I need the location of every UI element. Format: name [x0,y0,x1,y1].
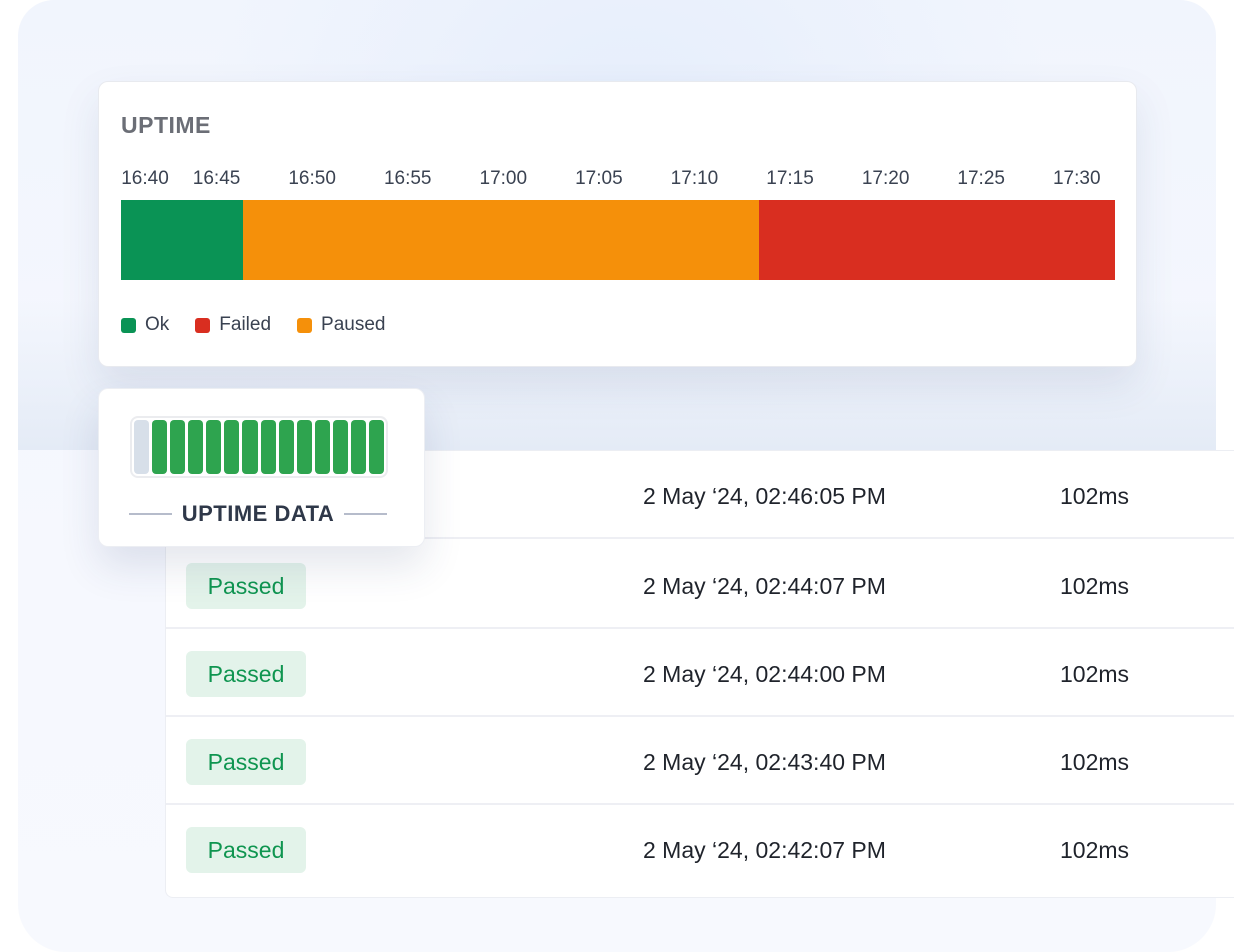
failed-swatch-icon [195,317,211,333]
uptime-bar-ok [206,420,222,474]
duration: 102ms [1060,483,1130,509]
uptime-timeline [121,200,1115,280]
time-tick-label: 17:10 [670,168,719,189]
uptime-title: UPTIME [121,112,211,138]
duration: 102ms [1060,837,1130,863]
paused-swatch-icon [297,317,313,333]
legend-label: Failed [219,314,272,335]
uptime-card: UPTIME 16:40 16:45 16:50 16:55 17:00 17:05 17:… [98,81,1137,367]
uptime-bar-ok [224,420,240,474]
chart-legend: Ok Failed Paused [121,314,385,336]
timestamp: 2 May ‘24, 02:44:07 PM [643,573,886,599]
uptime-bar-ok [314,420,330,474]
status-badge: Passed [186,827,306,873]
table-row[interactable]: Passed 2 May ‘24, 02:42:07 PM 102ms [166,805,1234,893]
uptime-data-caption: UPTIME DATA [129,501,387,527]
timestamp: 2 May ‘24, 02:44:00 PM [643,661,886,687]
divider-line [344,513,387,515]
legend-label: Paused [321,314,386,335]
timestamp: 2 May ‘24, 02:43:40 PM [643,749,886,775]
duration: 102ms [1060,749,1130,775]
legend-item-failed[interactable]: Failed [195,314,271,336]
uptime-bar-ok [369,420,385,474]
status-badge: Passed [186,739,306,785]
uptime-bar-ok [278,420,294,474]
duration: 102ms [1060,573,1130,599]
uptime-bar-ok [170,420,186,474]
uptime-bars [130,416,388,478]
uptime-data-label: UPTIME DATA [181,501,335,526]
time-tick-label: 17:30 [1052,168,1101,189]
table-row[interactable]: Passed 2 May ‘24, 02:43:40 PM 102ms [166,717,1234,805]
legend-item-ok[interactable]: Ok [121,314,169,336]
uptime-bar-ok [152,420,168,474]
legend-label: Ok [145,314,170,335]
segment-failed[interactable] [759,200,1115,280]
time-tick-label: 16:45 [192,168,241,189]
table-row[interactable]: Passed 2 May ‘24, 02:44:07 PM 102ms [166,541,1234,629]
uptime-bar-ok [332,420,348,474]
status-badge: Passed [186,651,306,697]
uptime-bar-ok [188,420,204,474]
status-badge: Passed [186,563,306,609]
uptime-bar-ok [296,420,312,474]
segment-ok[interactable] [121,200,244,280]
timestamp: 2 May ‘24, 02:42:07 PM [643,837,886,863]
time-tick-label: 16:50 [288,168,336,189]
legend-item-paused[interactable]: Paused [297,314,385,336]
time-tick-label: 17:20 [861,168,910,189]
duration: 102ms [1060,661,1130,687]
segment-paused[interactable] [243,200,760,280]
timestamp: 2 May ‘24, 02:46:05 PM [643,483,886,509]
time-tick-label: 17:25 [957,168,1005,189]
uptime-bar-ok [242,420,258,474]
uptime-bar-empty [134,420,150,474]
time-tick-label: 16:40 [121,168,169,189]
time-tick-label: 17:05 [575,168,623,189]
time-tick-label: 16:55 [383,168,432,189]
time-tick-label: 17:15 [766,168,814,189]
ok-swatch-icon [121,317,136,333]
divider-line [129,513,172,515]
uptime-bar-ok [350,420,367,474]
table-row[interactable]: Passed 2 May ‘24, 02:44:00 PM 102ms [166,629,1234,717]
uptime-bar-ok [260,420,276,474]
uptime-data-card: UPTIME DATA [98,388,425,547]
time-tick-label: 17:00 [479,168,528,189]
